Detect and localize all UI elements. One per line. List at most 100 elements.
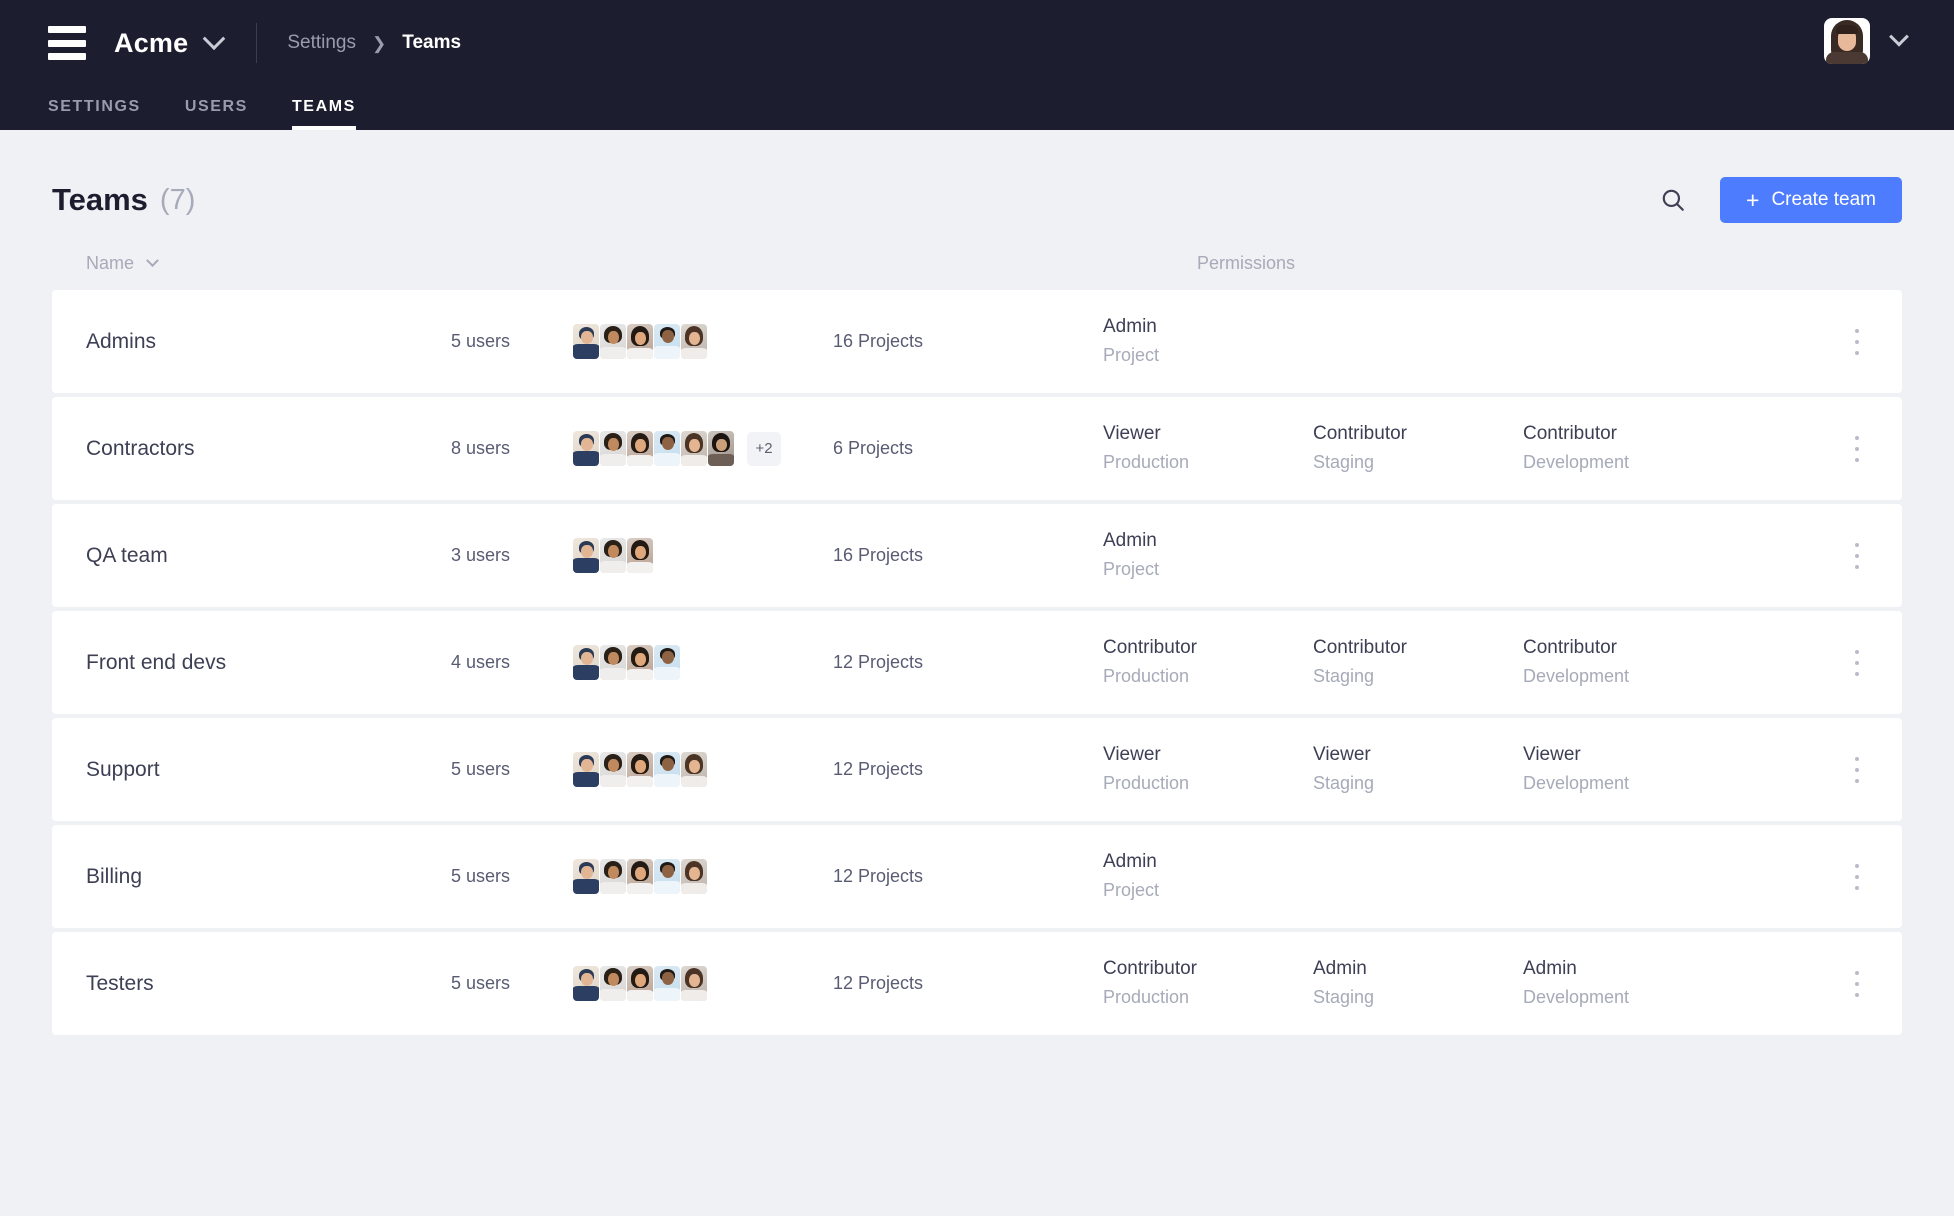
overflow-members-badge[interactable]: +2	[747, 431, 781, 466]
user-count: 8 users	[451, 438, 511, 458]
member-avatar	[600, 966, 626, 1001]
kebab-menu-icon[interactable]	[1842, 967, 1872, 1001]
table-row[interactable]: Billing 5 users 12 Projects Admin Project	[52, 825, 1902, 928]
member-avatar	[627, 966, 653, 1001]
member-avatar	[654, 324, 680, 359]
user-count: 5 users	[451, 331, 511, 351]
table-row[interactable]: Testers 5 users 12 Projects Contributor P…	[52, 932, 1902, 1035]
member-avatar	[681, 966, 707, 1001]
top-navigation-bar: Acme Settings ❯ Teams SETTINGS USERS TEA…	[0, 0, 1954, 130]
permission-environment: Development	[1523, 451, 1630, 472]
member-avatar	[600, 859, 626, 894]
permissions-group: Viewer Production Contributor Staging Contri…	[1103, 422, 1868, 475]
kebab-dot	[1855, 671, 1859, 676]
table-row[interactable]: Contractors 8 users +2 6 Projects Viewer…	[52, 397, 1902, 500]
chevron-down-icon[interactable]	[1889, 26, 1909, 47]
account-menu[interactable]	[1824, 18, 1909, 64]
member-avatar	[708, 431, 734, 466]
permission-role: Contributor	[1523, 637, 1617, 659]
breadcrumb-settings[interactable]: Settings	[287, 32, 356, 54]
teams-table: Admins 5 users 16 Projects Admin Project …	[52, 290, 1902, 1035]
table-row[interactable]: QA team 3 users 16 Projects Admin Project	[52, 504, 1902, 607]
kebab-menu-icon[interactable]	[1842, 325, 1872, 359]
hamburger-bar	[48, 53, 86, 60]
member-avatar	[600, 538, 626, 573]
kebab-dot	[1855, 874, 1859, 879]
permission-environment: Staging	[1313, 986, 1375, 1007]
hamburger-icon[interactable]	[48, 26, 86, 60]
permission-role: Contributor	[1313, 423, 1407, 445]
column-header-name-label: Name	[86, 252, 135, 273]
permission-environment: Production	[1103, 772, 1190, 793]
topbar-primary-row: Acme Settings ❯ Teams	[0, 0, 1954, 86]
member-avatar-group	[573, 752, 833, 787]
member-avatar	[627, 324, 653, 359]
member-avatar	[681, 431, 707, 466]
team-name: Support	[86, 757, 160, 781]
table-row[interactable]: Admins 5 users 16 Projects Admin Project	[52, 290, 1902, 393]
member-avatar	[573, 538, 599, 573]
kebab-menu-icon[interactable]	[1842, 753, 1872, 787]
permission-cell: Admin Project	[1103, 850, 1313, 903]
permission-cell: Admin Development	[1523, 957, 1733, 1010]
team-name: Testers	[86, 971, 154, 995]
tab-users[interactable]: USERS	[185, 98, 248, 130]
kebab-dot	[1855, 981, 1859, 986]
member-avatar	[573, 752, 599, 787]
project-count: 12 Projects	[833, 866, 924, 886]
team-name: QA team	[86, 543, 168, 567]
project-count: 12 Projects	[833, 973, 924, 993]
avatar[interactable]	[1824, 18, 1870, 64]
header-actions: + Create team	[1652, 177, 1902, 223]
kebab-dot	[1855, 992, 1859, 997]
permissions-group: Contributor Production Contributor Staging C…	[1103, 636, 1868, 689]
chevron-down-icon[interactable]	[203, 27, 226, 51]
permission-role: Admin	[1103, 316, 1157, 338]
table-row[interactable]: Support 5 users 12 Projects Viewer Produc…	[52, 718, 1902, 821]
permission-cell: Contributor Production	[1103, 957, 1313, 1010]
tab-settings[interactable]: SETTINGS	[48, 98, 141, 130]
project-count: 6 Projects	[833, 438, 914, 458]
team-name: Billing	[86, 864, 143, 888]
kebab-menu-icon[interactable]	[1842, 646, 1872, 680]
permission-environment: Project	[1103, 558, 1160, 579]
permission-cell: Admin Project	[1103, 315, 1313, 368]
permission-environment: Staging	[1313, 665, 1375, 686]
kebab-dot	[1855, 660, 1859, 665]
search-icon[interactable]	[1652, 179, 1694, 221]
kebab-dot	[1855, 885, 1859, 890]
kebab-dot	[1855, 778, 1859, 783]
brand-name[interactable]: Acme	[114, 28, 188, 59]
column-header-name[interactable]: Name	[86, 253, 551, 274]
kebab-menu-icon[interactable]	[1842, 432, 1872, 466]
member-avatar	[627, 431, 653, 466]
permission-cell: Contributor Staging	[1313, 636, 1523, 689]
breadcrumb: Settings ❯ Teams	[287, 32, 461, 54]
member-avatar	[627, 859, 653, 894]
permission-environment: Production	[1103, 451, 1190, 472]
permission-environment: Production	[1103, 665, 1190, 686]
kebab-dot	[1855, 970, 1859, 975]
chevron-right-icon: ❯	[372, 33, 387, 53]
kebab-menu-icon[interactable]	[1842, 539, 1872, 573]
project-count: 12 Projects	[833, 759, 924, 779]
permissions-group: Admin Project	[1103, 315, 1868, 368]
member-avatar	[654, 859, 680, 894]
table-row[interactable]: Front end devs 4 users 12 Projects Contr…	[52, 611, 1902, 714]
permission-role: Contributor	[1523, 423, 1617, 445]
team-name: Front end devs	[86, 650, 227, 674]
permission-role: Admin	[1103, 851, 1157, 873]
permission-environment: Development	[1523, 986, 1630, 1007]
chevron-down-icon	[146, 253, 159, 267]
hamburger-bar	[48, 39, 86, 47]
member-avatar	[654, 752, 680, 787]
kebab-dot	[1855, 446, 1859, 451]
project-count: 12 Projects	[833, 652, 924, 672]
kebab-dot	[1855, 564, 1859, 569]
kebab-dot	[1855, 767, 1859, 772]
permission-role: Viewer	[1103, 423, 1161, 445]
kebab-menu-icon[interactable]	[1842, 860, 1872, 894]
tab-teams[interactable]: TEAMS	[291, 98, 356, 130]
kebab-dot	[1855, 863, 1859, 868]
create-team-button[interactable]: + Create team	[1720, 177, 1902, 223]
